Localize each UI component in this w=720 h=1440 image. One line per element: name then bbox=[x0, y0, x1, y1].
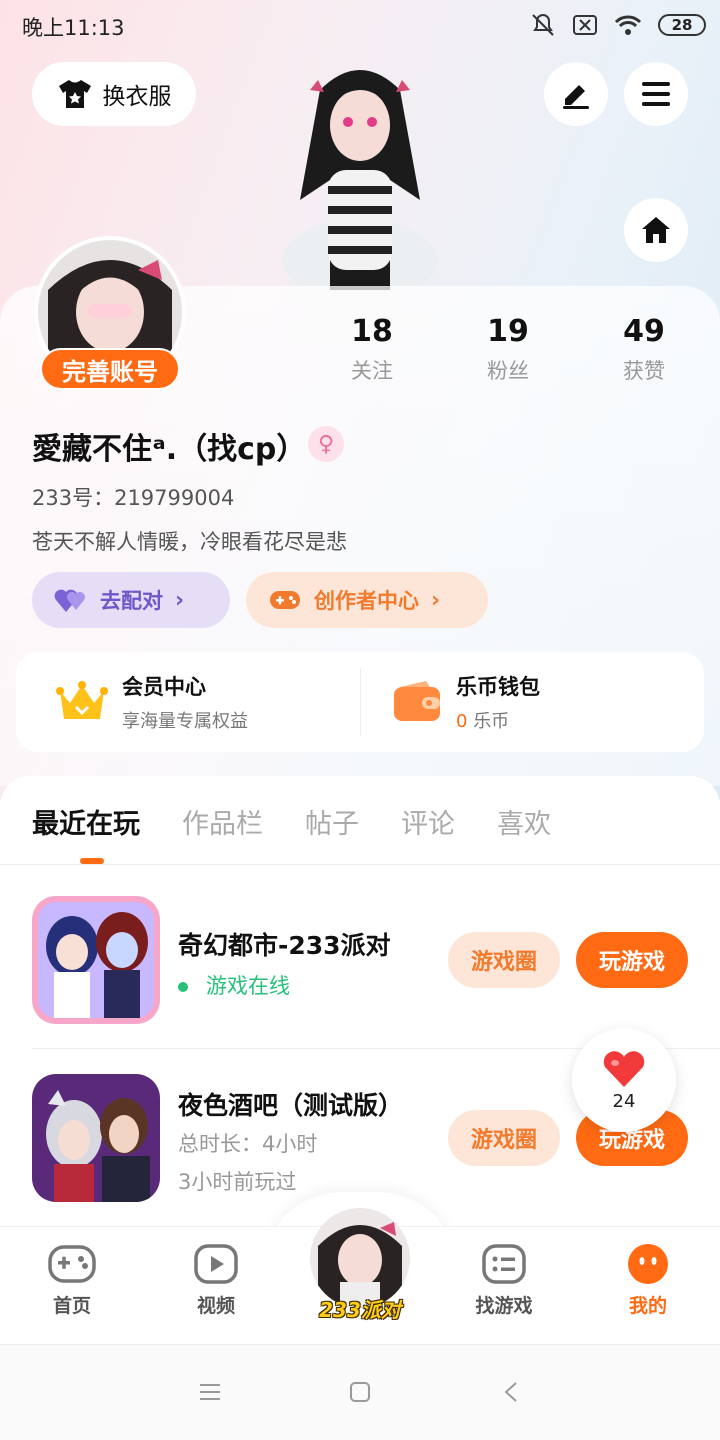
nav-home[interactable]: 首页 bbox=[22, 1243, 122, 1318]
stat-likes-label: 获赞 bbox=[623, 359, 665, 383]
tab-divider bbox=[0, 864, 720, 865]
system-nav-bar bbox=[0, 1344, 720, 1440]
profile-face-icon bbox=[628, 1244, 668, 1284]
chevron-right-icon: › bbox=[431, 587, 441, 613]
nav-find-games-label: 找游戏 bbox=[475, 1295, 533, 1317]
status-time: 晚上11:13 bbox=[22, 16, 125, 40]
home-space-button[interactable] bbox=[624, 198, 688, 262]
divider bbox=[360, 668, 361, 736]
nav-find-games[interactable]: 找游戏 bbox=[454, 1243, 554, 1318]
match-label: 去配对 bbox=[100, 589, 163, 613]
video-play-icon bbox=[194, 1244, 238, 1284]
user-bio: 苍天不解人情暖，冷眼看花尽是悲 bbox=[32, 530, 347, 554]
like-count: 24 bbox=[612, 1090, 636, 1112]
back-chevron-icon[interactable] bbox=[500, 1381, 524, 1403]
stat-following-label: 关注 bbox=[351, 359, 393, 383]
nav-center-party-avatar[interactable] bbox=[310, 1208, 410, 1308]
stat-fans[interactable]: 19 粉丝 bbox=[448, 314, 568, 385]
coin-unit: 乐币 bbox=[473, 711, 510, 732]
game-title: 夜色酒吧（测试版） bbox=[178, 1091, 404, 1120]
avatar-figure[interactable] bbox=[270, 50, 450, 290]
stat-likes[interactable]: 49 获赞 bbox=[584, 314, 704, 385]
shirt-icon bbox=[58, 80, 91, 108]
female-gender-icon: ♀ bbox=[308, 426, 344, 462]
tab-works[interactable]: 作品栏 bbox=[182, 802, 263, 841]
online-dot bbox=[178, 982, 188, 992]
like-bubble[interactable]: 24 bbox=[572, 1028, 676, 1132]
game-circle-button[interactable]: 游戏圈 bbox=[448, 1110, 560, 1166]
change-outfit-label: 换衣服 bbox=[102, 84, 172, 110]
mute-icon bbox=[532, 13, 554, 36]
recent-apps-icon[interactable] bbox=[198, 1381, 222, 1403]
nav-home-label: 首页 bbox=[52, 1295, 91, 1317]
nav-video-label: 视频 bbox=[196, 1295, 235, 1317]
house-icon bbox=[642, 217, 670, 243]
vip-subtitle: 享海量专属权益 bbox=[122, 711, 248, 732]
game-icon-bar bbox=[32, 1074, 160, 1202]
nav-mine[interactable]: 我的 bbox=[598, 1243, 698, 1318]
complete-account-button[interactable]: 完善账号 bbox=[40, 348, 180, 390]
home-square-icon[interactable] bbox=[348, 1381, 372, 1403]
match-button[interactable]: 去配对 › bbox=[32, 572, 230, 628]
hearts-icon bbox=[54, 589, 85, 612]
battery-indicator: 28 bbox=[658, 14, 706, 36]
pencil-icon bbox=[563, 85, 589, 109]
crown-icon bbox=[56, 681, 108, 719]
nav-mine-label: 我的 bbox=[628, 1295, 667, 1317]
user-id: 233号：219799004 bbox=[32, 486, 235, 510]
wifi-icon bbox=[614, 15, 642, 35]
nav-video[interactable]: 视频 bbox=[166, 1243, 266, 1318]
game-circle-button[interactable]: 游戏圈 bbox=[448, 932, 560, 988]
coin-wallet-title: 乐币钱包 bbox=[456, 675, 540, 699]
status-icons: 28 bbox=[530, 12, 706, 38]
tab-posts[interactable]: 帖子 bbox=[305, 802, 359, 841]
membership-wallet-card: 会员中心 享海量专属权益 乐币钱包 0 乐币 bbox=[16, 652, 704, 752]
stat-fans-label: 粉丝 bbox=[487, 359, 529, 383]
nav-center-label[interactable]: 233派对 bbox=[300, 1294, 420, 1323]
menu-button[interactable] bbox=[624, 62, 688, 126]
chevron-right-icon: › bbox=[175, 587, 185, 613]
user-name: 愛藏不住ᵃ.（找cp） bbox=[32, 432, 307, 467]
game-status: 游戏在线 bbox=[178, 970, 290, 1000]
online-status-label: 游戏在线 bbox=[206, 974, 290, 998]
tab-recently-played[interactable]: 最近在玩 bbox=[32, 802, 140, 841]
menu-icon bbox=[642, 82, 670, 106]
change-outfit-button[interactable]: 换衣服 bbox=[32, 62, 196, 126]
stat-following-value: 18 bbox=[351, 314, 393, 349]
stat-likes-value: 49 bbox=[623, 314, 665, 349]
edit-button[interactable] bbox=[544, 62, 608, 126]
coin-balance: 0 bbox=[456, 711, 468, 732]
status-bar: 晚上11:13 28 bbox=[0, 0, 720, 52]
vip-center-entry[interactable]: 会员中心 享海量专属权益 bbox=[56, 652, 248, 752]
coin-wallet-entry[interactable]: 乐币钱包 0 乐币 bbox=[392, 652, 540, 752]
tab-comments[interactable]: 评论 bbox=[401, 802, 455, 841]
stat-following[interactable]: 18 关注 bbox=[312, 314, 432, 385]
creator-center-label: 创作者中心 bbox=[314, 589, 419, 613]
game-last-played: 3小时前玩过 bbox=[178, 1170, 297, 1194]
game-title: 奇幻都市-233派对 bbox=[178, 931, 391, 960]
profile-tabs: 最近在玩 作品栏 帖子 评论 喜欢 bbox=[32, 802, 551, 841]
gamepad-icon bbox=[270, 591, 300, 609]
tab-likes[interactable]: 喜欢 bbox=[497, 802, 551, 841]
play-game-button[interactable]: 玩游戏 bbox=[576, 932, 688, 988]
game-play-duration: 总时长：4小时 bbox=[178, 1132, 318, 1156]
vip-title: 会员中心 bbox=[122, 675, 206, 699]
list-item[interactable]: 奇幻都市-233派对 游戏在线 游戏圈 玩游戏 bbox=[32, 896, 720, 1026]
no-sim-icon bbox=[573, 15, 597, 35]
gamepad-outline-icon bbox=[48, 1245, 96, 1283]
wallet-icon bbox=[394, 681, 440, 721]
stat-fans-value: 19 bbox=[487, 314, 529, 349]
game-icon-party bbox=[32, 896, 160, 1024]
list-box-icon bbox=[482, 1244, 526, 1284]
heart-icon bbox=[603, 1050, 645, 1087]
creator-center-button[interactable]: 创作者中心 › bbox=[246, 572, 488, 628]
